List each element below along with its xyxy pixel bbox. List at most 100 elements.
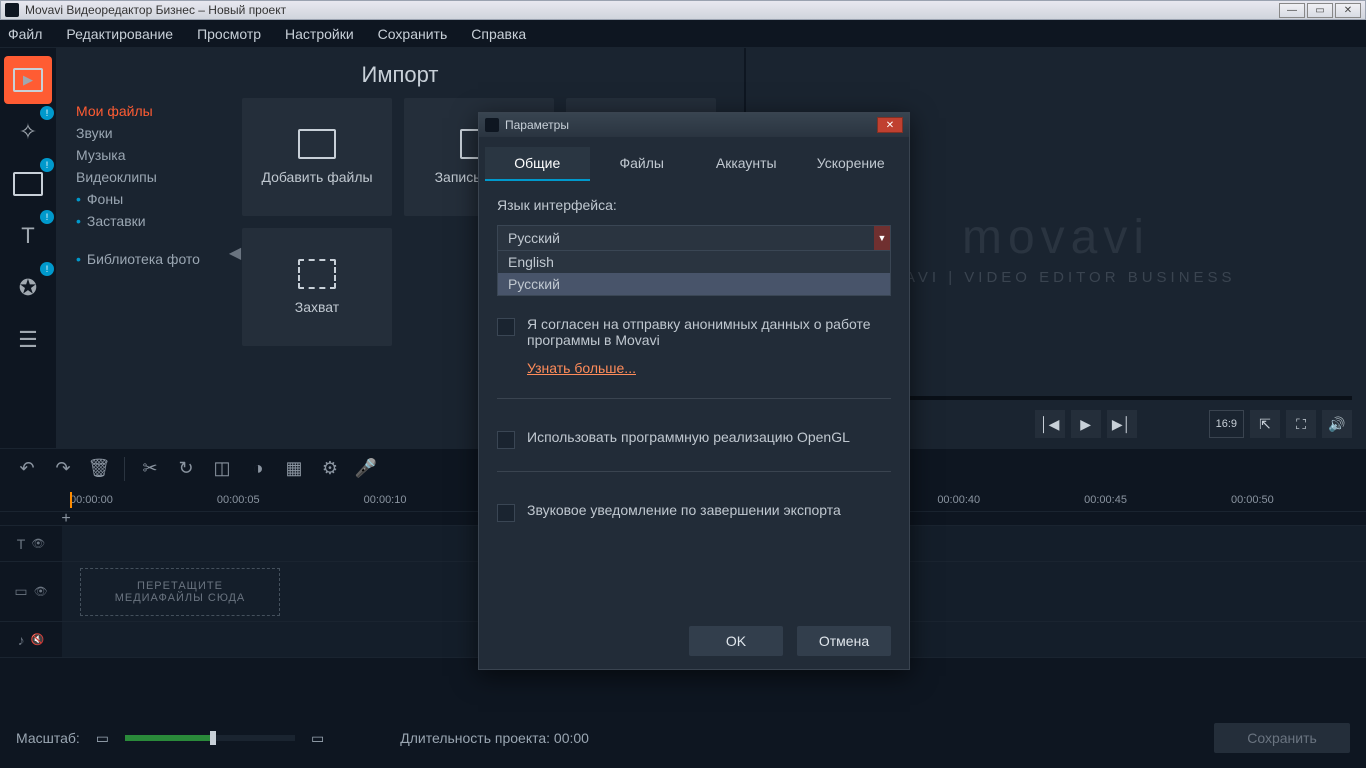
fullscreen-icon[interactable]: ⛶ — [1286, 410, 1316, 438]
track-titles[interactable]: T👁 — [0, 526, 62, 562]
star-icon: ✪ — [19, 275, 37, 301]
panel-title: Импорт — [56, 48, 744, 98]
cat-music[interactable]: Музыка — [76, 144, 228, 166]
zoom-label: Масштаб: — [16, 730, 80, 746]
eye-icon[interactable]: 👁 — [31, 537, 45, 550]
cat-videoclips[interactable]: Видеоклипы — [76, 166, 228, 188]
minimize-button[interactable]: — — [1279, 3, 1305, 18]
cut-button[interactable]: ✂ — [133, 453, 167, 485]
text-track-icon: T — [17, 536, 26, 552]
crop-button[interactable]: ◫ — [205, 453, 239, 485]
record-vo-button[interactable]: 🎤 — [349, 453, 383, 485]
window-title: Movavi Видеоредактор Бизнес – Новый прое… — [25, 3, 1279, 17]
capture-icon — [298, 259, 336, 289]
zoom-out-icon[interactable]: ▭ — [96, 730, 109, 747]
tool-import[interactable]: ▶ — [4, 56, 52, 104]
playhead[interactable] — [70, 492, 72, 508]
menu-view[interactable]: Просмотр — [197, 26, 261, 42]
volume-icon[interactable]: 🔊 — [1322, 410, 1352, 438]
preview-time: 00:00:00 — [760, 417, 811, 432]
timeline: 00:00:00 00:00:05 00:00:10 00:00:15 00:0… — [0, 488, 1366, 658]
collapse-button[interactable]: ◀ — [228, 78, 242, 428]
import-panel: Импорт Мои файлы Звуки Музыка Видеоклипы… — [56, 48, 744, 448]
dropzone-text: ПЕРЕТАЩИТЕ — [137, 580, 223, 592]
tile-label: Добавить папку — [590, 169, 692, 185]
time-mark: 00:00:00 — [70, 494, 113, 506]
track-row-titles[interactable] — [62, 526, 1366, 562]
tool-more[interactable]: ☰ — [4, 316, 52, 364]
tool-titles[interactable]: T! — [4, 212, 52, 260]
menu-edit[interactable]: Редактирование — [66, 26, 173, 42]
zoom-in-icon[interactable]: ▭ — [311, 730, 324, 747]
cat-backgrounds[interactable]: Фоны — [76, 188, 228, 210]
menu-save[interactable]: Сохранить — [378, 26, 448, 42]
eye-icon[interactable]: 👁 — [34, 585, 48, 598]
undo-button[interactable]: ↶ — [10, 453, 44, 485]
dropzone-text: МЕДИАФАЙЛЫ СЮДА — [115, 592, 246, 604]
time-mark: 00:00:15 — [510, 494, 553, 506]
video-track-icon: ▭ — [14, 583, 27, 600]
tool-sidebar: ▶ ✧! ! T! ✪! ☰ — [0, 48, 56, 448]
color-button[interactable]: ◑ — [241, 453, 275, 485]
seek-bar[interactable] — [760, 396, 1352, 400]
tile-label: Захват — [295, 299, 339, 315]
transform-button[interactable]: ▦ — [277, 453, 311, 485]
mute-icon[interactable]: 🔇 — [31, 633, 45, 646]
aspect-ratio-button[interactable]: 16:9 — [1209, 410, 1244, 438]
rotate-button[interactable]: ↻ — [169, 453, 203, 485]
track-row-video[interactable]: ПЕРЕТАЩИТЕ МЕДИАФАЙЛЫ СЮДА — [62, 562, 1366, 622]
skip-fwd-button[interactable]: ▶│ — [1107, 410, 1137, 438]
delete-button[interactable]: 🗑 — [82, 453, 116, 485]
time-mark: 00:00:40 — [937, 494, 980, 506]
tile-add-files[interactable]: Добавить файлы — [242, 98, 392, 216]
import-categories: Мои файлы Звуки Музыка Видеоклипы Фоны З… — [68, 98, 228, 448]
cat-sounds[interactable]: Звуки — [76, 122, 228, 144]
redo-button[interactable]: ↷ — [46, 453, 80, 485]
tool-stickers[interactable]: ✪! — [4, 264, 52, 312]
tile-record-video[interactable]: Запись видео — [404, 98, 554, 216]
cat-intros[interactable]: Заставки — [76, 210, 228, 232]
status-bar: Масштаб: ▭ ▭ Длительность проекта: 00:00… — [0, 718, 1366, 758]
play-button[interactable]: ▶ — [1071, 410, 1101, 438]
menu-file[interactable]: Файл — [8, 26, 42, 42]
add-track-row: + — [0, 512, 1366, 526]
cat-photo-library[interactable]: Библиотека фото — [76, 248, 228, 270]
import-icon: ▶ — [13, 68, 43, 92]
folder-icon — [622, 129, 660, 159]
badge-icon: ! — [40, 106, 54, 120]
cat-my-files[interactable]: Мои файлы — [76, 100, 228, 122]
badge-icon: ! — [40, 158, 54, 172]
media-dropzone[interactable]: ПЕРЕТАЩИТЕ МЕДИАФАЙЛЫ СЮДА — [80, 568, 280, 616]
track-audio[interactable]: ♪🔇 — [0, 622, 62, 658]
audio-track-icon: ♪ — [18, 632, 25, 648]
badge-icon: ! — [40, 262, 54, 276]
add-track-button[interactable]: + — [56, 512, 76, 526]
close-button[interactable]: ✕ — [1335, 3, 1361, 18]
preview-panel: movavi OVAVI | VIDEO EDITOR BUSINESS 00:… — [746, 48, 1366, 448]
track-row-audio[interactable] — [62, 622, 1366, 658]
clip-props-button[interactable]: ⚙ — [313, 453, 347, 485]
export-button[interactable]: Сохранить — [1214, 723, 1350, 753]
menu-help[interactable]: Справка — [471, 26, 526, 42]
wand-icon: ✧ — [19, 119, 37, 145]
time-mark: 00:00:45 — [1084, 494, 1127, 506]
tool-transitions[interactable]: ! — [4, 160, 52, 208]
import-tiles: Добавить файлы Запись видео Добавить пап… — [242, 98, 732, 448]
zoom-slider[interactable] — [125, 735, 295, 741]
menu-bar: Файл Редактирование Просмотр Настройки С… — [0, 20, 1366, 48]
maximize-button[interactable]: ▭ — [1307, 3, 1333, 18]
detach-icon[interactable]: ⇱ — [1250, 410, 1280, 438]
duration-label: Длительность проекта: 00:00 — [400, 730, 589, 746]
time-ruler[interactable]: 00:00:00 00:00:05 00:00:10 00:00:15 00:0… — [0, 488, 1366, 512]
skip-back-button[interactable]: │◀ — [1035, 410, 1065, 438]
tile-label: Запись видео — [435, 169, 524, 185]
track-video[interactable]: ▭👁 — [0, 562, 62, 622]
menu-settings[interactable]: Настройки — [285, 26, 354, 42]
list-icon: ☰ — [18, 327, 38, 353]
files-icon — [298, 129, 336, 159]
tool-filters[interactable]: ✧! — [4, 108, 52, 156]
tile-add-folder[interactable]: Добавить папку — [566, 98, 716, 216]
text-icon: T — [21, 223, 34, 249]
tile-capture[interactable]: Захват — [242, 228, 392, 346]
time-mark: 00:00:50 — [1231, 494, 1274, 506]
